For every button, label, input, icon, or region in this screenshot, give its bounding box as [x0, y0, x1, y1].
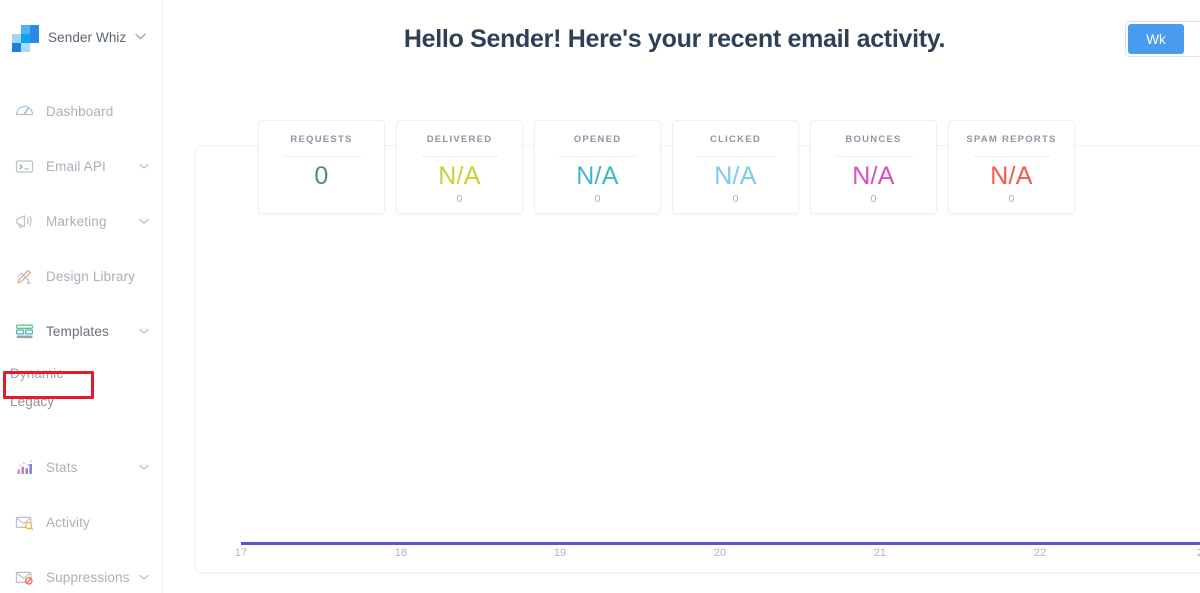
sidebar-subitem-dynamic[interactable]: Dynamic: [10, 359, 162, 387]
stat-label: BOUNCES: [845, 134, 902, 145]
main-content: Hello Sender! Here's your recent email a…: [163, 0, 1200, 593]
pencil-ruler-icon: [13, 266, 35, 288]
chevron-down-icon[interactable]: [139, 326, 149, 337]
chevron-down-icon[interactable]: [139, 572, 149, 583]
sidebar-subitem-label: Legacy: [10, 393, 55, 409]
chevron-down-icon[interactable]: [135, 32, 146, 43]
stat-card-bounces[interactable]: BOUNCES N/A 0: [810, 120, 937, 214]
stat-subvalue: 0: [732, 193, 739, 205]
chart-x-axis-line: [241, 542, 1200, 545]
stat-card-requests[interactable]: REQUESTS 0: [258, 120, 385, 214]
chevron-down-icon[interactable]: [139, 161, 149, 172]
stat-value: N/A: [852, 162, 895, 190]
terminal-icon: [13, 156, 35, 178]
x-axis-tick: 22: [1033, 547, 1047, 559]
templates-subnav: Dynamic Legacy: [0, 359, 162, 415]
envelope-search-icon: [13, 512, 35, 534]
stat-card-clicked[interactable]: CLICKED N/A 0: [672, 120, 799, 214]
envelope-block-icon: [13, 567, 35, 589]
x-axis-tick: 18: [394, 547, 408, 559]
stat-divider: [834, 156, 913, 157]
sidebar-item-templates[interactable]: Templates: [0, 304, 162, 359]
sidebar-item-marketing[interactable]: Marketing: [0, 194, 162, 249]
sidebar-item-label: Suppressions: [46, 570, 130, 585]
stat-label: REQUESTS: [290, 134, 353, 145]
stat-card-spam-reports[interactable]: SPAM REPORTS N/A 0: [948, 120, 1075, 214]
sidebar-item-label: Activity: [46, 515, 90, 530]
gauge-icon: [13, 101, 35, 123]
app-logo-icon: [12, 25, 39, 52]
app-root: Sender Whiz Dashboard Email API Marketin…: [0, 0, 1200, 593]
stat-value: N/A: [990, 162, 1033, 190]
sidebar-item-email-api[interactable]: Email API: [0, 139, 162, 194]
sidebar-item-label: Templates: [46, 324, 109, 339]
sidebar-item-label: Email API: [46, 159, 106, 174]
sidebar-item-label: Stats: [46, 460, 78, 475]
sidebar-subitem-label: Dynamic: [10, 365, 64, 381]
sidebar-subitem-legacy[interactable]: Legacy: [10, 387, 162, 415]
date-range-toggle: Wk Mo: [1125, 21, 1200, 57]
chevron-down-icon[interactable]: [139, 216, 149, 227]
sidebar-item-label: Marketing: [46, 214, 107, 229]
stat-label: CLICKED: [710, 134, 761, 145]
range-toggle-month[interactable]: Mo: [1184, 24, 1200, 54]
sidebar-item-suppressions[interactable]: Suppressions: [0, 550, 162, 593]
sidebar-item-design-library[interactable]: Design Library: [0, 249, 162, 304]
stat-divider: [696, 156, 775, 157]
sidebar-item-dashboard[interactable]: Dashboard: [0, 84, 162, 139]
sidebar-item-activity[interactable]: Activity: [0, 495, 162, 550]
chevron-down-icon[interactable]: [139, 462, 149, 473]
megaphone-icon: [13, 211, 35, 233]
templates-icon: [13, 321, 35, 343]
x-axis-tick: 20: [713, 547, 727, 559]
stat-value: N/A: [714, 162, 757, 190]
sidebar-item-stats[interactable]: Stats: [0, 440, 162, 495]
brand-name: Sender Whiz: [48, 29, 127, 45]
stat-label: SPAM REPORTS: [966, 134, 1057, 145]
stat-divider: [972, 156, 1051, 157]
stat-label: DELIVERED: [426, 134, 493, 145]
stat-label: OPENED: [573, 134, 622, 145]
page-header: Hello Sender! Here's your recent email a…: [163, 0, 1200, 78]
stat-value: N/A: [576, 162, 619, 190]
sidebar-nav: Dashboard Email API Marketing Design Lib…: [0, 74, 162, 593]
stat-card-opened[interactable]: OPENED N/A 0: [534, 120, 661, 214]
stat-value: 0: [314, 162, 329, 190]
stat-subvalue: 0: [870, 193, 877, 205]
stat-divider: [282, 156, 361, 157]
stat-card-delivered[interactable]: DELIVERED N/A 0: [396, 120, 523, 214]
stat-subvalue: 0: [1008, 193, 1015, 205]
bar-chart-icon: [13, 457, 35, 479]
stat-subvalue: 0: [594, 193, 601, 205]
range-toggle-week[interactable]: Wk: [1128, 24, 1184, 54]
page-title: Hello Sender! Here's your recent email a…: [403, 24, 946, 53]
stat-value: N/A: [438, 162, 481, 190]
sidebar: Sender Whiz Dashboard Email API Marketin…: [0, 0, 163, 593]
sidebar-item-label: Dashboard: [46, 104, 114, 119]
x-axis-tick: 21: [873, 547, 887, 559]
brand-account-switcher[interactable]: Sender Whiz: [0, 0, 162, 74]
sidebar-item-label: Design Library: [46, 269, 136, 284]
stat-subvalue: 0: [456, 193, 463, 205]
stats-card-row: REQUESTS 0 DELIVERED N/A 0 OPENED N/A 0 …: [258, 120, 1075, 214]
stat-divider: [558, 156, 637, 157]
stat-divider: [420, 156, 499, 157]
x-axis-tick: 19: [553, 547, 567, 559]
x-axis-tick: 17: [234, 547, 248, 559]
